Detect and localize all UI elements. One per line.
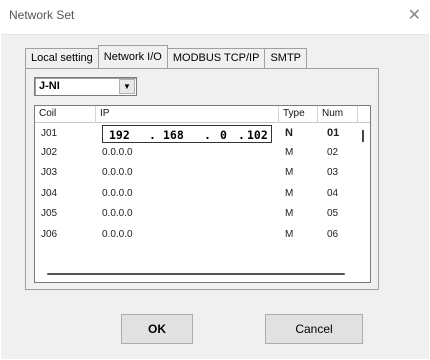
table-row[interactable]: J01 192 . 168 . 0 . 102 N 01 (35, 124, 357, 143)
window-title: Network Set (9, 8, 75, 22)
type-cell: N (285, 127, 293, 139)
ip-dot: . (149, 128, 156, 142)
coil-cell: J03 (41, 167, 58, 178)
table-row[interactable]: J03 0.0.0.0 M 03 (35, 164, 357, 183)
ip-cell: 0.0.0.0 (102, 208, 133, 219)
ip-dot: . (204, 128, 211, 142)
num-cell: 01 (327, 127, 340, 139)
type-cell: M (285, 229, 294, 240)
ip-cell: 0.0.0.0 (102, 229, 133, 240)
column-header-ip[interactable]: IP (96, 106, 279, 123)
type-cell: M (285, 147, 294, 158)
horizontal-scrollbar[interactable] (35, 265, 370, 282)
network-io-panel: J-NI ▼ Coil IP Type Num J01 192 . 168 . … (25, 68, 379, 290)
vertical-scrollbar[interactable] (356, 124, 370, 266)
coil-table[interactable]: Coil IP Type Num J01 192 . 168 . 0 . 102… (34, 105, 371, 283)
chevron-down-icon[interactable]: ▼ (119, 79, 135, 94)
num-cell: 02 (327, 147, 339, 158)
ip-dot: . (238, 128, 245, 142)
ip-octet-4[interactable]: 102 (247, 128, 268, 142)
ip-cell: 0.0.0.0 (102, 147, 133, 158)
ip-cell: 0.0.0.0 (102, 167, 133, 178)
num-cell: 03 (327, 167, 339, 178)
coil-cell: J06 (41, 229, 58, 240)
close-icon[interactable]: ✕ (408, 5, 421, 25)
tab-local-setting[interactable]: Local setting (25, 48, 99, 68)
tab-strip: Local setting Network I/O MODBUS TCP/IP … (25, 45, 307, 68)
device-select[interactable]: J-NI ▼ (34, 77, 137, 96)
vertical-scroll-thumb[interactable] (362, 130, 364, 142)
horizontal-scroll-thumb[interactable] (47, 273, 345, 275)
num-cell: 05 (327, 208, 339, 219)
column-header-num[interactable]: Num (318, 106, 358, 123)
dialog-client-area: Local setting Network I/O MODBUS TCP/IP … (1, 34, 429, 359)
table-row[interactable]: J05 0.0.0.0 M 05 (35, 205, 357, 224)
ip-address-field[interactable]: 192 . 168 . 0 . 102 (102, 125, 272, 143)
type-cell: M (285, 167, 294, 178)
num-cell: 04 (327, 188, 339, 199)
column-header-type[interactable]: Type (279, 106, 318, 123)
ip-cell: 0.0.0.0 (102, 188, 133, 199)
tab-network-io[interactable]: Network I/O (97, 45, 168, 68)
type-cell: M (285, 188, 294, 199)
ok-button[interactable]: OK (121, 314, 193, 344)
tab-smtp[interactable]: SMTP (264, 48, 307, 68)
table-row[interactable]: J04 0.0.0.0 M 04 (35, 185, 357, 204)
table-row[interactable]: J06 0.0.0.0 M 06 (35, 226, 357, 245)
ip-octet-3[interactable]: 0 (220, 128, 227, 142)
tab-modbus-tcp-ip[interactable]: MODBUS TCP/IP (166, 48, 266, 68)
device-select-value: J-NI (39, 80, 60, 92)
coil-cell: J02 (41, 147, 58, 158)
coil-cell: J05 (41, 208, 58, 219)
ip-octet-2[interactable]: 168 (163, 128, 184, 142)
table-row[interactable]: J02 0.0.0.0 M 02 (35, 144, 357, 163)
num-cell: 06 (327, 229, 339, 240)
type-cell: M (285, 208, 294, 219)
column-header-coil[interactable]: Coil (35, 106, 96, 123)
title-bar: Network Set ✕ (0, 0, 430, 34)
coil-cell: J04 (41, 188, 58, 199)
coil-cell: J01 (41, 128, 58, 139)
ip-octet-1[interactable]: 192 (109, 128, 130, 142)
cancel-button[interactable]: Cancel (265, 314, 363, 344)
table-header: Coil IP Type Num (35, 106, 370, 123)
